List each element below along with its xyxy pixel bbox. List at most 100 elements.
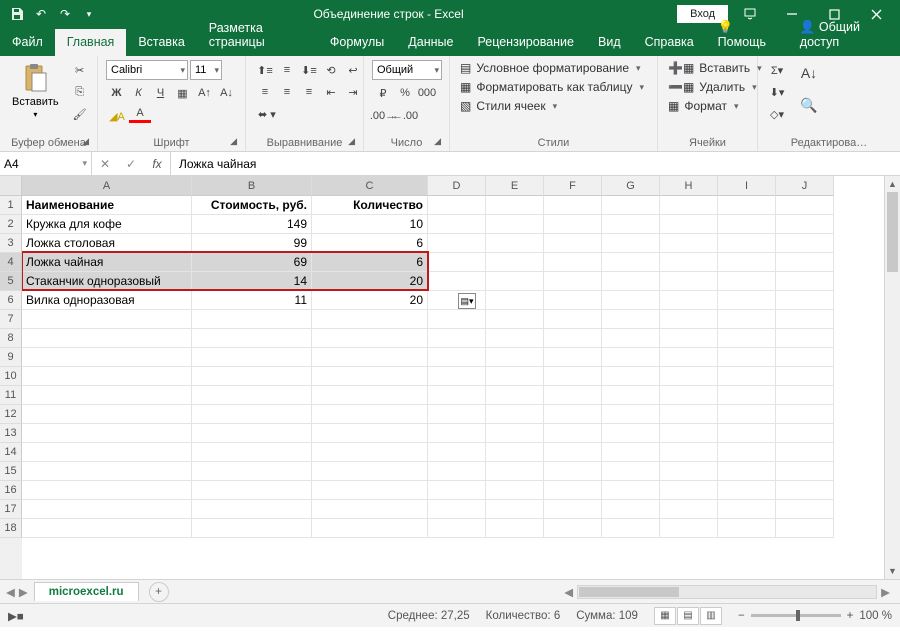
cell[interactable] <box>660 291 718 310</box>
fx-icon[interactable]: fx <box>144 157 170 171</box>
cell[interactable] <box>602 215 660 234</box>
cell[interactable] <box>602 253 660 272</box>
cell[interactable] <box>718 196 776 215</box>
cell[interactable] <box>660 500 718 519</box>
cell[interactable] <box>776 196 834 215</box>
cell[interactable] <box>312 443 428 462</box>
bold-button[interactable]: Ж <box>106 83 127 103</box>
cell[interactable]: Количество <box>312 196 428 215</box>
cell[interactable] <box>544 272 602 291</box>
tab-page-layout[interactable]: Разметка страницы <box>197 15 318 56</box>
cell[interactable] <box>428 234 486 253</box>
cell[interactable] <box>776 310 834 329</box>
cell[interactable] <box>428 291 486 310</box>
cell[interactable]: 20 <box>312 272 428 291</box>
cell[interactable] <box>718 329 776 348</box>
cell[interactable] <box>544 348 602 367</box>
cell[interactable] <box>192 348 312 367</box>
dialog-launcher-icon[interactable]: ◢ <box>82 136 89 147</box>
cell[interactable] <box>602 310 660 329</box>
cell[interactable] <box>718 291 776 310</box>
row-header[interactable]: 6 <box>0 291 22 310</box>
cell[interactable]: 149 <box>192 215 312 234</box>
cell[interactable] <box>776 386 834 405</box>
dec-decimal-icon[interactable]: ←.00 <box>394 106 416 126</box>
cell[interactable] <box>776 443 834 462</box>
cell[interactable] <box>602 443 660 462</box>
cell[interactable] <box>192 424 312 443</box>
cell[interactable] <box>718 500 776 519</box>
cell[interactable] <box>602 291 660 310</box>
formula-input[interactable]: Ложка чайная <box>171 152 900 175</box>
cell[interactable] <box>486 405 544 424</box>
column-header[interactable]: D <box>428 176 486 196</box>
cell[interactable] <box>312 386 428 405</box>
cell[interactable] <box>22 405 192 424</box>
column-header[interactable]: F <box>544 176 602 196</box>
cell[interactable] <box>192 481 312 500</box>
cell[interactable] <box>486 253 544 272</box>
cell[interactable] <box>660 310 718 329</box>
cell[interactable] <box>602 386 660 405</box>
cell[interactable]: 6 <box>312 253 428 272</box>
cell[interactable] <box>602 196 660 215</box>
cell[interactable] <box>486 272 544 291</box>
cell[interactable] <box>486 386 544 405</box>
cell[interactable]: 11 <box>192 291 312 310</box>
record-macro-icon[interactable]: ▶■ <box>8 609 24 623</box>
cell[interactable] <box>312 519 428 538</box>
align-bottom-icon[interactable]: ⬇≡ <box>298 60 320 80</box>
cell[interactable] <box>602 481 660 500</box>
cell[interactable] <box>486 348 544 367</box>
inc-decimal-icon[interactable]: .00→ <box>372 106 394 126</box>
cell[interactable] <box>602 348 660 367</box>
cell[interactable] <box>22 462 192 481</box>
scroll-up-icon[interactable]: ▲ <box>885 176 900 192</box>
cell[interactable] <box>660 215 718 234</box>
font-grow-icon[interactable]: A↑ <box>194 83 215 103</box>
align-middle-icon[interactable]: ≡ <box>276 60 298 80</box>
sheet-tab[interactable]: microexcel.ru <box>34 582 139 601</box>
cell[interactable]: 69 <box>192 253 312 272</box>
italic-button[interactable]: К <box>128 83 149 103</box>
cell[interactable] <box>544 234 602 253</box>
cell[interactable] <box>312 405 428 424</box>
cell[interactable] <box>718 348 776 367</box>
cell[interactable] <box>192 386 312 405</box>
font-size-select[interactable]: 11 <box>190 60 222 80</box>
row-header[interactable]: 8 <box>0 329 22 348</box>
cell[interactable] <box>486 481 544 500</box>
cell[interactable] <box>428 386 486 405</box>
cell[interactable] <box>192 329 312 348</box>
cell[interactable] <box>22 424 192 443</box>
cell[interactable]: 10 <box>312 215 428 234</box>
cell[interactable] <box>776 519 834 538</box>
tab-nav-next-icon[interactable]: ▶ <box>19 585 28 599</box>
zoom-out-button[interactable]: − <box>738 610 745 622</box>
cell[interactable] <box>544 519 602 538</box>
cell[interactable] <box>312 348 428 367</box>
tab-data[interactable]: Данные <box>396 29 465 56</box>
cell[interactable] <box>718 234 776 253</box>
redo-icon[interactable]: ↷ <box>54 3 76 25</box>
column-header[interactable]: A <box>22 176 192 196</box>
copy-icon[interactable]: ⎘ <box>69 82 91 102</box>
hscroll-thumb[interactable] <box>579 587 679 597</box>
scroll-down-icon[interactable]: ▼ <box>885 563 900 579</box>
cell[interactable] <box>312 367 428 386</box>
cell[interactable] <box>660 234 718 253</box>
cell[interactable] <box>428 424 486 443</box>
comma-icon[interactable]: 000 <box>416 83 438 103</box>
cell[interactable] <box>602 519 660 538</box>
save-icon[interactable] <box>6 3 28 25</box>
currency-icon[interactable]: ₽ <box>372 83 394 103</box>
cell[interactable] <box>544 329 602 348</box>
cell[interactable] <box>544 386 602 405</box>
cut-icon[interactable]: ✂ <box>69 60 91 80</box>
dialog-launcher-icon[interactable]: ◢ <box>230 136 237 147</box>
cell[interactable] <box>486 215 544 234</box>
grid-cells[interactable]: НаименованиеСтоимость, руб.КоличествоКру… <box>22 196 884 538</box>
cell[interactable] <box>660 462 718 481</box>
cell[interactable]: Стоимость, руб. <box>192 196 312 215</box>
new-sheet-button[interactable]: + <box>149 582 169 602</box>
